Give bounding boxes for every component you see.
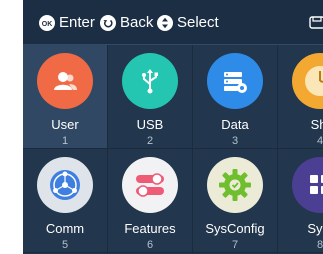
menu-item-label: SysConfig bbox=[205, 221, 265, 236]
network-icon bbox=[37, 157, 93, 213]
menu-item-data[interactable]: Data 3 bbox=[193, 45, 278, 149]
info-icon bbox=[292, 157, 323, 213]
menu-item-label: USB bbox=[136, 117, 164, 132]
menu-item-number: 8 bbox=[316, 239, 323, 251]
device-screen: OK Enter Back Select User 1 USB 2 Data 3… bbox=[23, 0, 323, 254]
menu-item-shift[interactable]: Shi 4 bbox=[278, 45, 323, 149]
menu-item-features[interactable]: Features 6 bbox=[108, 149, 193, 253]
ok-key-icon-text: OK bbox=[42, 21, 53, 28]
menu-item-number: 7 bbox=[231, 239, 239, 251]
menu-item-sysconfig[interactable]: SysConfig 7 bbox=[193, 149, 278, 253]
toggle-icon bbox=[122, 157, 178, 213]
hint-enter: OK Enter bbox=[39, 14, 95, 31]
hint-back: Back bbox=[100, 14, 153, 31]
menu-item-user[interactable]: User 1 bbox=[23, 45, 108, 149]
ok-key-icon: OK bbox=[39, 14, 55, 31]
main-menu-grid: User 1 USB 2 Data 3 Sh 4 Comm 5 Features… bbox=[23, 45, 323, 254]
menu-item-label: Comm bbox=[45, 221, 85, 236]
menu-item-comm[interactable]: Comm 5 bbox=[23, 149, 108, 253]
user-icon bbox=[37, 53, 93, 109]
menu-item-number: 3 bbox=[231, 135, 239, 147]
updown-key-icon bbox=[157, 14, 173, 31]
menu-item-label: User bbox=[51, 117, 79, 132]
hint-select: Select bbox=[157, 14, 219, 31]
menu-item-number: 5 bbox=[61, 239, 69, 251]
gear-icon bbox=[207, 157, 263, 213]
menu-item-label: SysI bbox=[307, 221, 323, 236]
menu-item-label: Shi bbox=[310, 117, 323, 132]
menu-item-label: Data bbox=[221, 117, 249, 132]
menu-item-number: 1 bbox=[61, 135, 69, 147]
usb-icon bbox=[122, 53, 178, 109]
storage-icon bbox=[309, 16, 323, 29]
back-key-icon bbox=[100, 14, 116, 31]
menu-item-number: 6 bbox=[146, 239, 154, 251]
menu-item-number: 2 bbox=[146, 135, 154, 147]
enter-label: Enter bbox=[59, 14, 95, 31]
menu-item-label: Features bbox=[124, 221, 176, 236]
select-label: Select bbox=[177, 14, 219, 31]
menu-item-number: 4 bbox=[316, 135, 323, 147]
menu-item-usb[interactable]: USB 2 bbox=[108, 45, 193, 149]
back-label: Back bbox=[120, 14, 154, 31]
menu-item-sysinfo[interactable]: SysI 8 bbox=[278, 149, 323, 253]
clock-icon bbox=[292, 53, 323, 109]
key-hint-bar: OK Enter Back Select bbox=[23, 0, 323, 45]
data-icon bbox=[207, 53, 263, 109]
